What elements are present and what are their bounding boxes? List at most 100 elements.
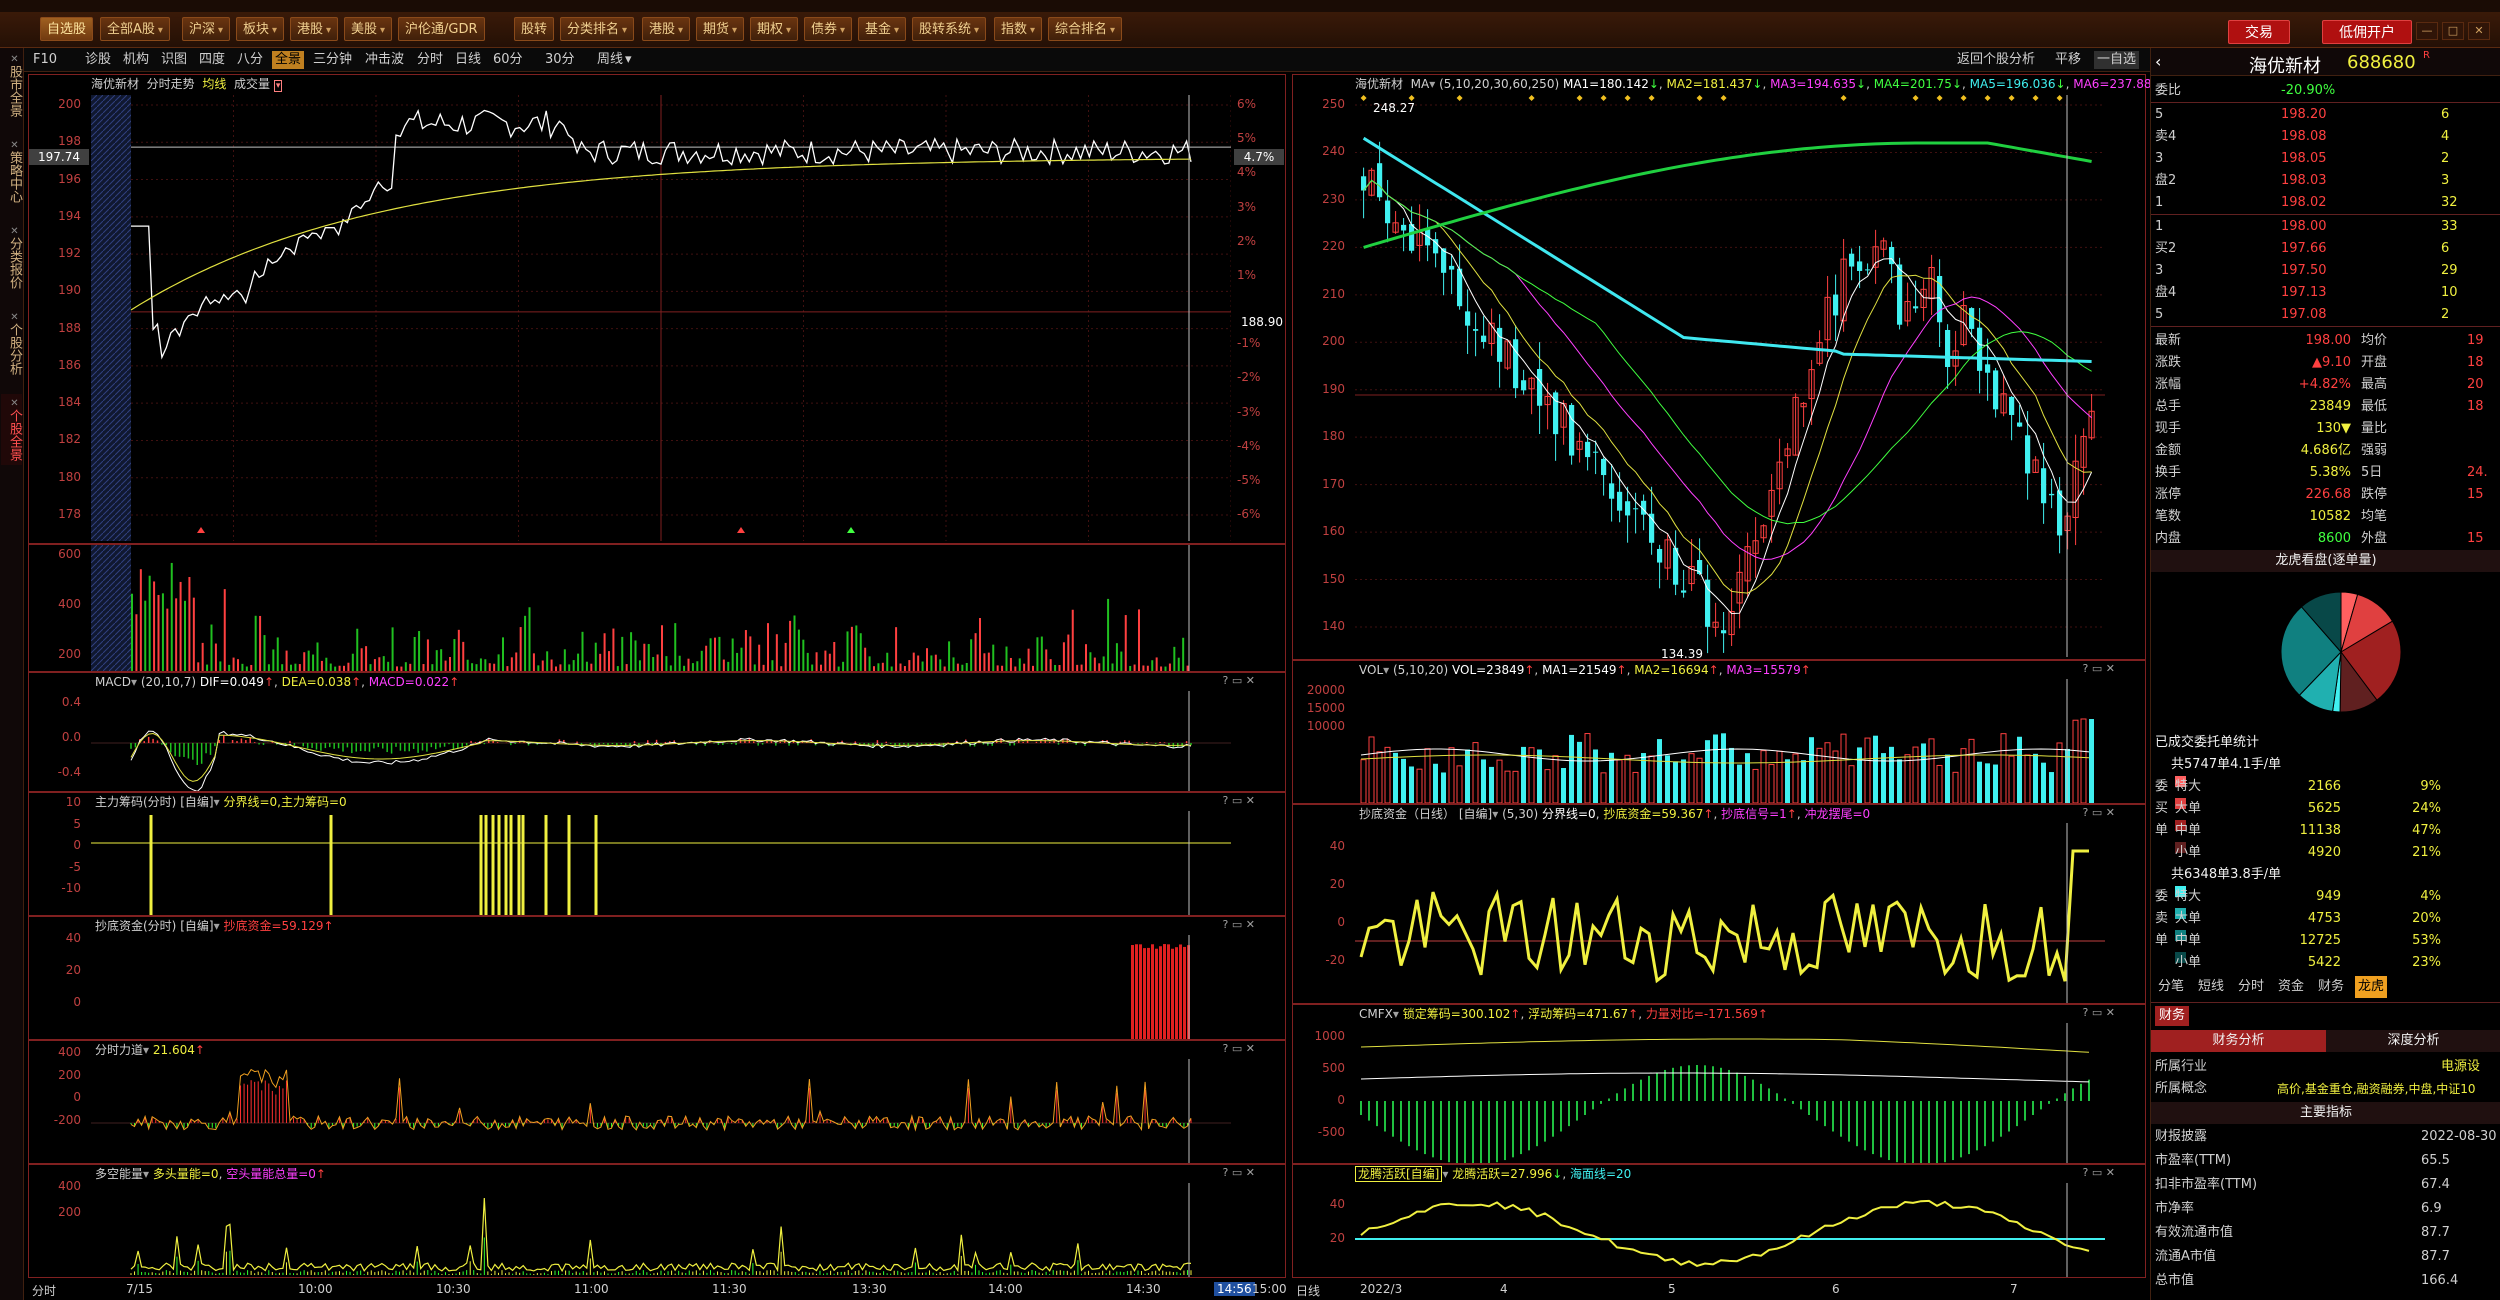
quote-tab[interactable]: 龙虎: [2355, 976, 2388, 998]
intraday-macd-chart[interactable]: [91, 691, 1231, 791]
cmfx-panel[interactable]: CMFX▾ 锁定筹码=300.102↑, 浮动筹码=471.67↑, 力量对比=…: [1292, 1004, 2146, 1164]
intraday-price-chart[interactable]: [91, 95, 1231, 541]
dropdown-arrow-icon[interactable]: ▾: [622, 51, 635, 69]
menu-item[interactable]: 基金 ▾: [858, 17, 907, 41]
menu-item[interactable]: 沪深 ▾: [182, 17, 231, 41]
long-short-chart[interactable]: [91, 1183, 1231, 1277]
bottom-fund-intraday-panel[interactable]: 抄底资金(分时) [自编]▾ 抄底资金=59.129↑ ? ▭ ✕ 40 20 0: [28, 916, 1286, 1040]
timeshare-force-panel[interactable]: 分时力道▾ 21.604↑ ? ▭ ✕ 400 200 0 -200: [28, 1040, 1286, 1164]
main-chips-chart[interactable]: [91, 811, 1231, 915]
macd-name[interactable]: MACD: [95, 675, 131, 689]
intraday-macd-panel[interactable]: MACD▾ (20,10,7) DIF=0.049↑, DEA=0.038↑, …: [28, 672, 1286, 792]
intraday-volume-panel[interactable]: 600 400 200: [28, 544, 1286, 672]
menu-item[interactable]: 指数 ▾: [994, 17, 1043, 41]
maximize-icon[interactable]: □: [2442, 22, 2464, 40]
panel-controls[interactable]: ? ▭ ✕: [2083, 1166, 2115, 1179]
bid-row[interactable]: 1 198.00 33: [2151, 216, 2500, 238]
sidebar-tab[interactable]: ✕股市全景: [1, 50, 22, 121]
sidebar-tab[interactable]: ✕个股分析: [1, 308, 22, 379]
toolbar-right-item[interactable]: 平移: [2052, 51, 2084, 69]
close-icon[interactable]: ✕: [9, 398, 20, 409]
toolbar-item[interactable]: 机构: [120, 51, 152, 69]
time-axis-menu[interactable]: 分时: [32, 1282, 56, 1299]
close-icon[interactable]: ✕: [9, 54, 20, 65]
toolbar-right-item[interactable]: 返回个股分析: [1954, 51, 2038, 69]
vol-name[interactable]: VOL: [1359, 663, 1383, 677]
quote-tab[interactable]: 财务: [2315, 976, 2347, 998]
quote-tab[interactable]: 短线: [2195, 976, 2227, 998]
sidebar-tab[interactable]: ✕分类报价: [1, 222, 22, 293]
daily-volume-chart[interactable]: [1355, 679, 2105, 803]
minimize-icon[interactable]: —: [2416, 22, 2438, 40]
intraday-volume-chart[interactable]: [91, 545, 1231, 671]
menu-item[interactable]: 股转系统 ▾: [912, 17, 987, 41]
ask-row[interactable]: 盘2 198.03 3: [2151, 170, 2500, 192]
quote-tab[interactable]: 分时: [2235, 976, 2267, 998]
menu-item[interactable]: 板块 ▾: [236, 17, 285, 41]
open-account-button[interactable]: 低佣开户: [2322, 20, 2412, 44]
kline-chart[interactable]: [1355, 95, 2105, 657]
panel-controls[interactable]: ? ▭ ✕: [1223, 1166, 1255, 1179]
daily-volume-panel[interactable]: VOL▾ (5,10,20) VOL=23849↑, MA1=21549↑, M…: [1292, 660, 2146, 804]
panel-controls[interactable]: ? ▭ ✕: [2083, 662, 2115, 675]
menu-item[interactable]: 分类排名 ▾: [560, 17, 635, 41]
menu-item[interactable]: 债券 ▾: [804, 17, 853, 41]
back-arrow-icon[interactable]: ‹: [2155, 52, 2161, 71]
dragon-chart[interactable]: [1355, 1183, 2105, 1277]
menu-item[interactable]: 综合排名 ▾: [1048, 17, 1123, 41]
panel-controls[interactable]: ? ▭ ✕: [1223, 1042, 1255, 1055]
bottom-fund-daily-panel[interactable]: 抄底资金（日线） [自编]▾ (5,30) 分界线=0, 抄底资金=59.367…: [1292, 804, 2146, 1004]
menu-item[interactable]: 全部A股 ▾: [100, 17, 170, 41]
close-icon[interactable]: ✕: [9, 226, 20, 237]
panel-controls[interactable]: ? ▭ ✕: [1223, 918, 1255, 931]
toolbar-item[interactable]: 诊股: [82, 51, 114, 69]
sidebar-tab[interactable]: ✕个股全景: [1, 394, 22, 465]
bid-row[interactable]: 盘4 197.13 10: [2151, 282, 2500, 304]
panel-controls[interactable]: ? ▭ ✕: [1223, 794, 1255, 807]
cmfx-name[interactable]: CMFX: [1359, 1007, 1393, 1021]
panel-controls[interactable]: ? ▭ ✕: [2083, 806, 2115, 819]
toolbar-item[interactable]: F10: [30, 51, 60, 69]
ask-row[interactable]: 卖4 198.08 4: [2151, 126, 2500, 148]
dragon-panel[interactable]: 龙腾活跃[自编] ▾ 龙腾活跃=27.996↓, 海面线=20 ? ▭ ✕ 40 2…: [1292, 1164, 2146, 1278]
ask-row[interactable]: 3 198.05 2: [2151, 148, 2500, 170]
kline-ma-label[interactable]: MA: [1411, 77, 1430, 91]
cmfx-chart[interactable]: [1355, 1023, 2105, 1163]
panel-controls[interactable]: ? ▭ ✕: [2083, 1006, 2115, 1019]
finance-subtab[interactable]: 财务分析: [2151, 1030, 2326, 1052]
toolbar-item[interactable]: 分时: [414, 51, 446, 69]
quote-tab[interactable]: 资金: [2275, 976, 2307, 998]
bid-row[interactable]: 3 197.50 29: [2151, 260, 2500, 282]
close-icon[interactable]: ✕: [9, 312, 20, 323]
menu-item[interactable]: 港股 ▾: [290, 17, 339, 41]
toolbar-right-item[interactable]: 一自选: [2094, 51, 2140, 69]
bottom-fund-intraday-chart[interactable]: [91, 935, 1231, 1039]
kline-panel[interactable]: 海优新材 MA▾ (5,10,20,30,60,250) MA1=180.142…: [1292, 74, 2162, 661]
toolbar-item[interactable]: 60分: [490, 51, 526, 69]
quote-tab[interactable]: 分笔: [2155, 976, 2187, 998]
main-chips-panel[interactable]: 主力筹码(分时) [自编]▾ 分界线=0,主力筹码=0 ? ▭ ✕ 10 5 0 -5…: [28, 792, 1286, 916]
menu-item[interactable]: 股转: [514, 17, 555, 41]
menu-item[interactable]: 期权 ▾: [750, 17, 799, 41]
panel-controls[interactable]: ? ▭ ✕: [1223, 674, 1255, 687]
menu-item[interactable]: 沪伦通/GDR: [398, 17, 485, 41]
close-icon[interactable]: ✕: [9, 140, 20, 151]
bid-row[interactable]: 买2 197.66 6: [2151, 238, 2500, 260]
toolbar-item[interactable]: 日线: [452, 51, 484, 69]
menu-item[interactable]: 期货 ▾: [696, 17, 745, 41]
timeshare-force-chart[interactable]: [91, 1059, 1231, 1163]
menu-item[interactable]: 自选股: [40, 17, 94, 41]
bottom-fund-daily-chart[interactable]: [1355, 823, 2105, 1003]
menu-item[interactable]: 美股 ▾: [344, 17, 393, 41]
sidebar-tab[interactable]: ✕策略中心: [1, 136, 22, 207]
date-label[interactable]: 日线: [1296, 1282, 1320, 1299]
dropdown-icon[interactable]: ▾: [273, 80, 283, 92]
dragon-name[interactable]: 龙腾活跃[自编]: [1355, 1166, 1443, 1182]
close-icon[interactable]: ✕: [2468, 22, 2490, 40]
toolbar-item[interactable]: 识图: [158, 51, 190, 69]
toolbar-item[interactable]: 全景: [272, 51, 305, 69]
ask-row[interactable]: 5 198.20 6: [2151, 104, 2500, 126]
bid-row[interactable]: 5 197.08 2: [2151, 304, 2500, 326]
long-short-panel[interactable]: 多空能量▾ 多头量能=0, 空头量能总量=0↑ ? ▭ ✕ 400 200: [28, 1164, 1286, 1278]
toolbar-item[interactable]: 八分: [234, 51, 266, 69]
